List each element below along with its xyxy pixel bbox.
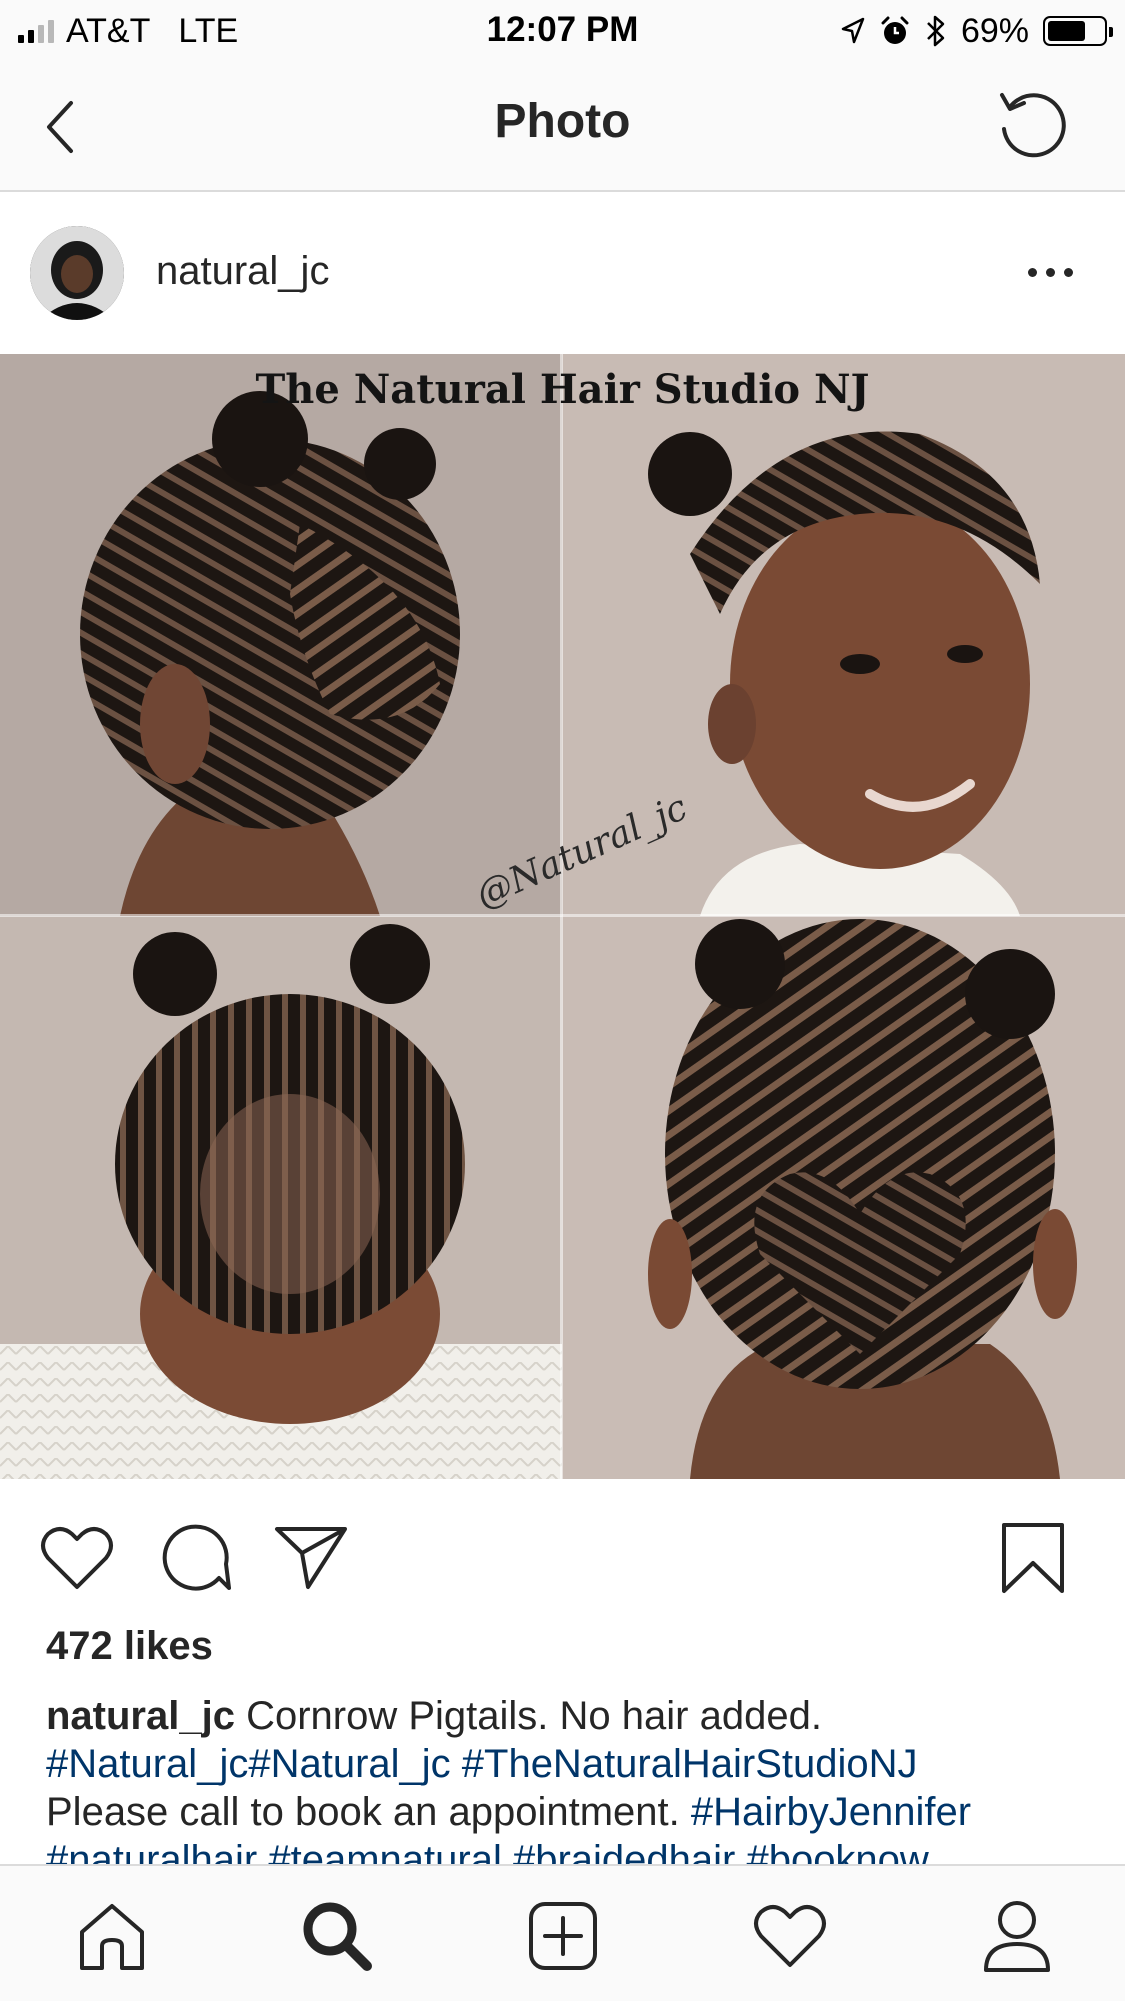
post-actions (0, 1479, 1125, 1629)
post-header: natural_jc (0, 192, 1125, 354)
caption-text: Cornrow Pigtails. No hair added. (246, 1694, 822, 1738)
avatar[interactable] (30, 226, 124, 320)
caption-line-1: natural_jc Cornrow Pigtails. No hair add… (46, 1692, 1106, 1740)
photo-collage (0, 354, 1125, 1479)
caption-username[interactable]: natural_jc (46, 1694, 235, 1738)
comment-icon (162, 1524, 231, 1591)
refresh-icon (1000, 93, 1066, 158)
caption-line-3: Please call to book an appointment. #Hai… (46, 1788, 1106, 1836)
tab-activity[interactable] (745, 1894, 835, 1978)
save-button[interactable] (988, 1513, 1078, 1603)
add-post-icon (529, 1902, 597, 1970)
caption-hashtags-1[interactable]: #Natural_jc#Natural_jc #TheNaturalHairSt… (46, 1740, 1106, 1788)
bookmark-icon (1002, 1523, 1064, 1593)
tab-add-post[interactable] (518, 1894, 608, 1978)
search-icon (303, 1902, 372, 1971)
comment-button[interactable] (150, 1513, 240, 1603)
battery-icon (1043, 16, 1113, 46)
caption-hashtags-2[interactable]: #naturalhair #teamnatural #braidedhair #… (46, 1836, 1106, 1864)
tab-bar (0, 1864, 1125, 2001)
location-arrow-icon (841, 17, 865, 44)
caption-text-2: Please call to book an appointment. (46, 1790, 680, 1834)
post-username[interactable]: natural_jc (156, 249, 329, 294)
battery-percent: 69% (960, 11, 1029, 50)
heart-icon (41, 1527, 113, 1589)
status-bar: AT&T LTE 12:07 PM 69% (0, 0, 1125, 62)
photo-overlay-title: The Natural Hair Studio NJ (255, 366, 870, 413)
refresh-button[interactable] (991, 84, 1075, 168)
share-button[interactable] (266, 1513, 356, 1603)
battery-fill (1048, 21, 1086, 41)
likes-count[interactable]: 472 likes (46, 1624, 213, 1669)
more-dots-icon[interactable] (1015, 252, 1085, 292)
tab-search[interactable] (292, 1894, 382, 1978)
status-right: 69% (839, 10, 1113, 52)
share-icon (275, 1527, 347, 1589)
tab-profile[interactable] (972, 1894, 1062, 1978)
bluetooth-icon (927, 15, 945, 47)
post-photo[interactable]: The Natural Hair Studio NJ @Natural_jc (0, 354, 1125, 1479)
post-caption: natural_jc Cornrow Pigtails. No hair add… (46, 1692, 1106, 1864)
like-button[interactable] (32, 1513, 122, 1603)
home-icon (80, 1904, 144, 1970)
profile-icon (984, 1901, 1050, 1972)
tab-home[interactable] (67, 1894, 157, 1978)
nav-bar: Photo (0, 62, 1125, 192)
alarm-icon (881, 16, 909, 44)
page-title: Photo (494, 95, 631, 148)
activity-heart-icon (754, 1905, 826, 1967)
caption-hashtag[interactable]: #HairbyJennifer (691, 1790, 971, 1834)
